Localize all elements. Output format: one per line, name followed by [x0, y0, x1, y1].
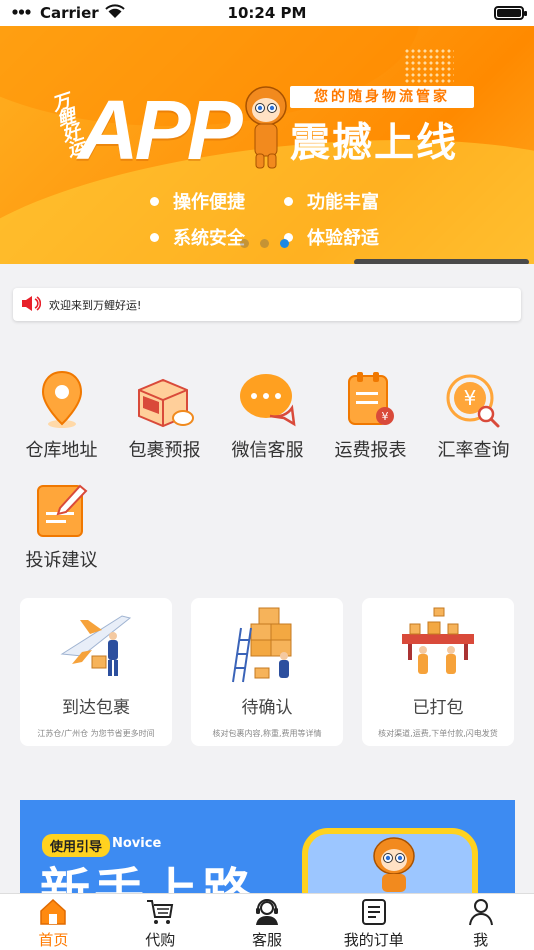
battery-fill [497, 9, 521, 17]
promo-banner[interactable]: 万鲤好运 APP 您的随身物流管家 震撼上线 操作便捷 功能丰富 系统安全 体验… [0, 26, 534, 264]
pager-dot[interactable] [260, 239, 269, 248]
tab-purchase[interactable]: 代购 [107, 894, 214, 950]
home-icon [40, 898, 67, 925]
notice-bar[interactable]: 欢迎来到万鲤好运! [13, 288, 521, 321]
tab-bar: 首页 代购 客服 我的订单 我 [0, 893, 534, 950]
menu-label: 投诉建议 [25, 550, 98, 571]
speaker-icon [21, 295, 42, 315]
banner-feature: 系统安全 [150, 224, 245, 250]
card-subtitle: 江苏仓/广州仓 为您节省更多时间 [37, 729, 155, 738]
notice-text: 欢迎来到万鲤好运! [49, 298, 142, 312]
card-title: 到达包裹 [62, 698, 130, 718]
svg-text:¥: ¥ [381, 410, 388, 423]
novice-guide-banner[interactable]: 使用引导 Novice 新手上路 [20, 800, 515, 900]
banner-feature: 功能丰富 [284, 188, 379, 214]
chat-bubble-icon [239, 374, 296, 427]
status-bar: Carrier 10:24 PM [0, 0, 534, 26]
card-subtitle: 核对渠道,运费,下单付款,闪电发货 [378, 729, 498, 738]
menu-item-complaints[interactable]: 投诉建议 [10, 478, 113, 572]
feedback-edit-icon [36, 484, 87, 537]
banner-feature: 操作便捷 [150, 188, 245, 214]
menu-label: 包裹预报 [128, 440, 201, 461]
exchange-rate-icon: ¥ [446, 374, 499, 428]
tab-label: 代购 [145, 931, 176, 949]
menu-label: 运费报表 [334, 440, 407, 461]
packing-line-illustration [402, 607, 474, 674]
cart-icon [147, 900, 174, 924]
person-icon [468, 899, 493, 926]
dots-pattern [404, 48, 454, 84]
koi-mascot-icon [245, 86, 287, 169]
parcel-box-icon [137, 378, 194, 428]
banner-scroll-indicator [354, 259, 529, 264]
pager-dot[interactable] [240, 239, 249, 248]
menu-item-wechat-service[interactable]: 微信客服 [216, 368, 319, 462]
banner-feature: 体验舒适 [284, 224, 379, 250]
banner-tagline: 您的随身物流管家 [290, 86, 474, 108]
fee-report-icon: ¥ [347, 372, 394, 425]
tab-home[interactable]: 首页 [0, 894, 107, 950]
banner-launch-text: 震撼上线 [290, 120, 458, 166]
warehouse-boxes-illustration [232, 607, 292, 683]
tab-me[interactable]: 我 [427, 894, 534, 950]
koi-mascot-icon [373, 837, 415, 892]
order-list-icon [361, 899, 386, 925]
card-packed[interactable]: 已打包 核对渠道,运费,下单付款,闪电发货 [362, 598, 514, 746]
location-pin-icon [41, 370, 82, 428]
card-title: 已打包 [412, 698, 464, 718]
menu-item-warehouse-address[interactable]: 仓库地址 [10, 368, 113, 462]
tab-customer-service[interactable]: 客服 [214, 894, 321, 950]
novice-english-label: Novice [112, 836, 162, 851]
card-pending-confirmation[interactable]: 待确认 核对包裹内容,称重,费用等详情 [191, 598, 343, 746]
card-arrived-parcels[interactable]: 到达包裹 江苏仓/广州仓 为您节省更多时间 [20, 598, 172, 746]
tab-label: 客服 [251, 931, 282, 949]
tab-my-orders[interactable]: 我的订单 [320, 894, 427, 950]
menu-label: 汇率查询 [437, 440, 510, 461]
banner-headline: APP [78, 83, 243, 177]
tab-label: 我 [473, 931, 489, 949]
airplane-delivery-illustration [60, 615, 132, 676]
clock: 10:24 PM [227, 4, 307, 22]
svg-text:¥: ¥ [463, 386, 476, 410]
battery-icon [494, 6, 527, 20]
tab-label: 我的订单 [343, 931, 404, 949]
menu-item-freight-report[interactable]: ¥ 运费报表 [319, 368, 422, 462]
headset-agent-icon [255, 899, 278, 925]
card-subtitle: 核对包裹内容,称重,费用等详情 [212, 729, 322, 738]
menu-item-exchange-rate[interactable]: ¥ 汇率查询 [422, 368, 525, 462]
card-title: 待确认 [241, 698, 293, 718]
menu-label: 仓库地址 [25, 440, 98, 461]
tab-label: 首页 [38, 931, 69, 949]
menu-item-parcel-forecast[interactable]: 包裹预报 [113, 368, 216, 462]
menu-label: 微信客服 [231, 440, 304, 461]
carousel-pager[interactable] [240, 239, 289, 248]
pager-dot[interactable] [280, 239, 289, 248]
